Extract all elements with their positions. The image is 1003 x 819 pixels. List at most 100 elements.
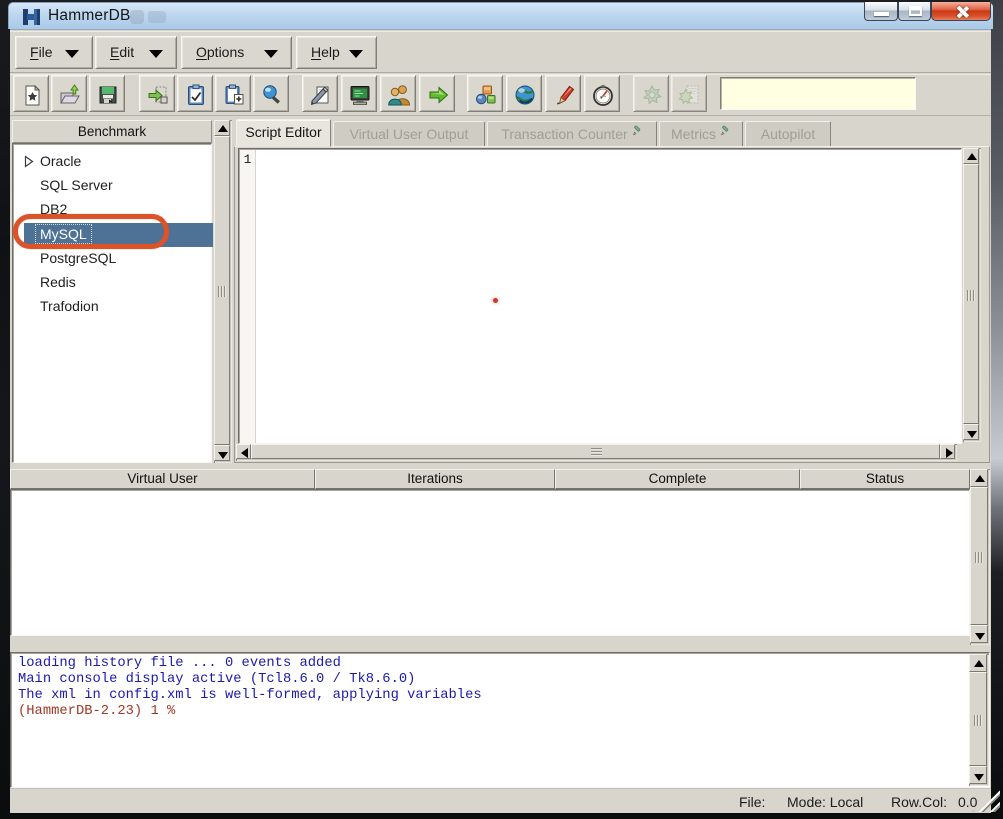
tab-chart-icon	[632, 123, 643, 134]
scroll-down-arrow[interactable]	[963, 424, 979, 440]
table-vertical-scrollbar[interactable]	[970, 469, 990, 645]
close-icon	[955, 5, 969, 19]
scroll-thumb[interactable]	[214, 136, 230, 445]
build-schema-icon	[475, 84, 497, 106]
save-script-button[interactable]	[89, 75, 125, 112]
editor-line-numbers: 1	[240, 150, 256, 443]
scroll-thumb[interactable]	[963, 164, 979, 424]
maximize-button[interactable]	[898, 2, 931, 21]
menu-options-button[interactable]: Options	[181, 36, 292, 69]
virtual-users-icon	[388, 84, 410, 106]
benchmark-tree-header: Benchmark	[12, 120, 212, 143]
toolbar-entry[interactable]	[720, 77, 916, 110]
tree-item-trafodion[interactable]: Trafodion	[14, 295, 211, 319]
maximize-icon	[909, 6, 922, 16]
build-schema-button[interactable]	[467, 75, 503, 112]
transaction-counter-button[interactable]	[545, 75, 581, 112]
scroll-up-arrow[interactable]	[970, 469, 988, 487]
annotation-highlight-mysql	[13, 214, 169, 249]
console-line: (HammerDB-2.23) 1 %	[18, 704, 482, 720]
run-virtual-users-button[interactable]	[419, 75, 455, 112]
scroll-thumb[interactable]	[969, 672, 987, 766]
menu-dropdown-arrow-icon	[264, 50, 278, 58]
console-line: The xml in config.xml is well-formed, ap…	[18, 688, 482, 704]
new-script-button[interactable]	[13, 75, 49, 112]
close-button[interactable]	[931, 2, 991, 21]
stop-virtual-users-icon	[641, 84, 663, 106]
delete-virtual-users-icon	[679, 84, 701, 106]
console-text: loading history file ... 0 events addedM…	[18, 656, 482, 720]
benchmark-tree[interactable]: OracleSQL ServerDB2MySQLPostgreSQLRedisT…	[12, 143, 212, 463]
menu-help-button[interactable]: Help	[296, 36, 377, 69]
edit-options-button[interactable]	[302, 75, 338, 112]
console-output[interactable]: loading history file ... 0 events addedM…	[10, 652, 990, 788]
annotation-click-dot	[493, 298, 498, 303]
scroll-down-arrow[interactable]	[214, 445, 230, 461]
window-border-right	[990, 0, 1003, 819]
tab-autopilot[interactable]: Autopilot	[745, 121, 831, 146]
test-script-icon	[185, 84, 207, 106]
tree-item-label: PostgreSQL	[37, 250, 119, 266]
line-number: 1	[240, 152, 255, 168]
titlebar[interactable]: HammerDB	[8, 2, 993, 29]
table-column-virtual-user[interactable]: Virtual User	[10, 469, 315, 489]
console-line: loading history file ... 0 events added	[18, 656, 482, 672]
scroll-down-arrow[interactable]	[969, 766, 987, 784]
minimize-icon	[874, 12, 889, 16]
status-file-label: File:	[739, 794, 765, 810]
stop-virtual-users-button[interactable]	[633, 75, 669, 112]
tab-metrics[interactable]: Metrics	[659, 121, 743, 146]
virtual-users-button[interactable]	[380, 75, 416, 112]
delete-virtual-users-button[interactable]	[671, 75, 707, 112]
titlebar-ghost-icon	[130, 10, 144, 24]
table-column-status[interactable]: Status	[800, 469, 970, 489]
autopilot-timer-button[interactable]	[584, 75, 620, 112]
web-service-icon	[514, 84, 536, 106]
status-rowcol-value: 0.0	[958, 794, 977, 810]
tree-vertical-scrollbar[interactable]	[214, 120, 232, 463]
titlebar-ghost-icon	[148, 11, 166, 23]
load-driver-script-button[interactable]	[139, 75, 175, 112]
console-vertical-scrollbar[interactable]	[969, 654, 989, 786]
tree-item-redis[interactable]: Redis	[14, 271, 211, 295]
minimize-button[interactable]	[864, 2, 898, 21]
editor-vertical-scrollbar[interactable]	[963, 148, 981, 442]
tree-item-label: Redis	[37, 274, 79, 290]
hammerdb-logo-icon	[23, 9, 40, 25]
tab-label: Transaction Counter	[501, 126, 627, 142]
status-mode-label: Mode: Local	[787, 794, 863, 810]
scroll-up-arrow[interactable]	[963, 148, 979, 164]
scroll-left-arrow[interactable]	[236, 444, 251, 459]
scroll-thumb[interactable]	[970, 487, 988, 625]
tree-expander-icon[interactable]	[24, 155, 34, 168]
editor-horizontal-scrollbar[interactable]	[236, 444, 957, 461]
scroll-up-arrow[interactable]	[969, 654, 987, 672]
tree-item-postgresql[interactable]: PostgreSQL	[14, 247, 211, 271]
menu-edit-button[interactable]: Edit	[95, 36, 177, 69]
tree-item-sql-server[interactable]: SQL Server	[14, 174, 211, 198]
table-column-complete[interactable]: Complete	[555, 469, 800, 489]
tab-label: Virtual User Output	[350, 126, 469, 142]
tab-transaction-counter[interactable]: Transaction Counter	[487, 121, 657, 146]
open-script-button[interactable]	[51, 75, 87, 112]
scroll-thumb[interactable]	[251, 444, 940, 459]
tab-script-editor[interactable]: Script Editor	[236, 119, 331, 147]
window-border-bottom	[0, 813, 1003, 819]
table-column-iterations[interactable]: Iterations	[315, 469, 555, 489]
scroll-up-arrow[interactable]	[214, 120, 230, 136]
scroll-right-arrow[interactable]	[940, 444, 955, 459]
scroll-down-arrow[interactable]	[970, 625, 988, 643]
tab-virtual-user-output[interactable]: Virtual User Output	[333, 121, 485, 146]
console-display-button[interactable]	[341, 75, 377, 112]
tree-item-oracle[interactable]: Oracle	[14, 150, 211, 174]
menu-file-button[interactable]: File	[15, 36, 93, 69]
menu-dropdown-arrow-icon	[65, 50, 79, 58]
virtual-user-table[interactable]	[10, 489, 970, 636]
web-service-button[interactable]	[506, 75, 542, 112]
test-script-button[interactable]	[177, 75, 213, 112]
copy-script-button[interactable]	[215, 75, 251, 112]
script-editor-textarea[interactable]: 1	[238, 148, 962, 444]
open-script-icon	[59, 84, 81, 106]
search-script-button[interactable]	[253, 75, 289, 112]
statusbar: File: Mode: Local Row.Col: 0.0	[10, 788, 991, 813]
